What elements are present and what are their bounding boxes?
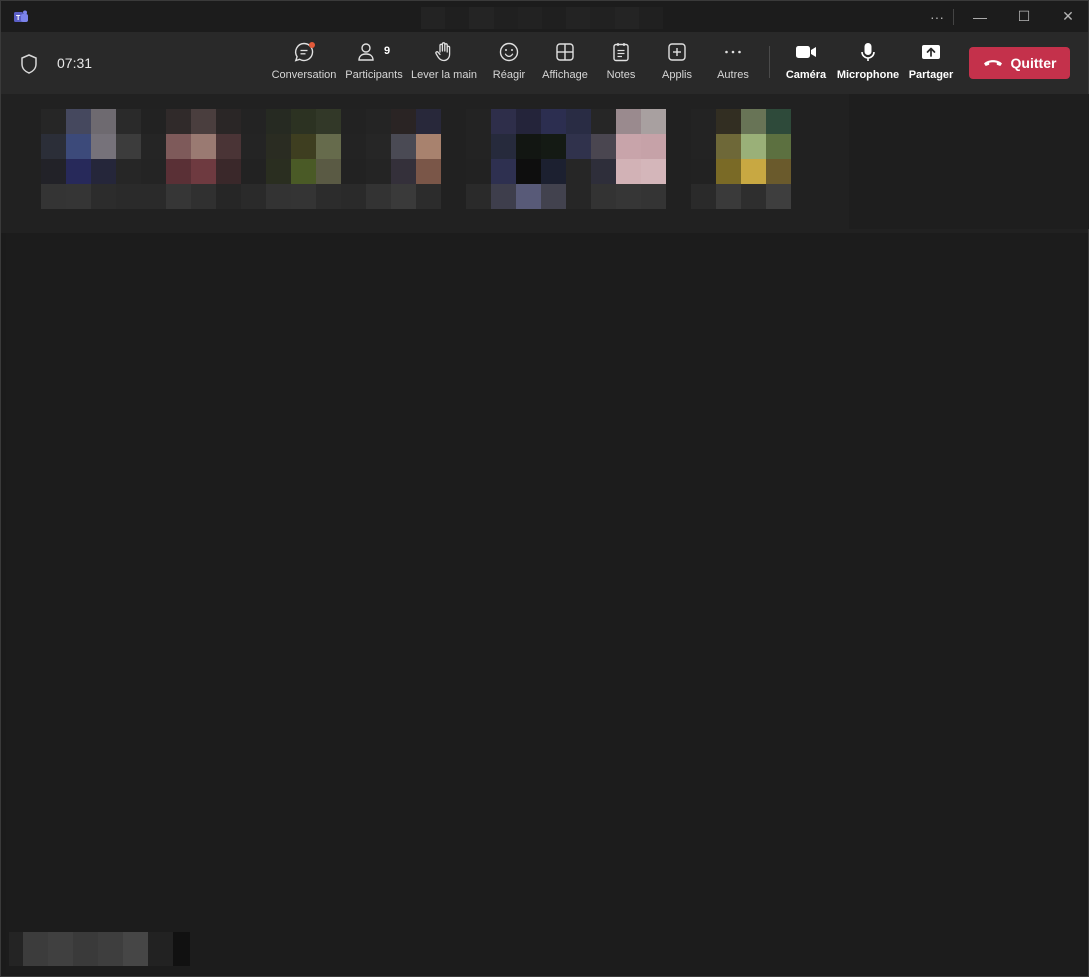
more-icon xyxy=(725,50,741,54)
meeting-timer: 07:31 xyxy=(57,55,93,71)
camera-icon xyxy=(796,46,816,58)
microphone-button[interactable]: Microphone xyxy=(837,40,899,88)
participants-button[interactable]: 9 Participants xyxy=(345,40,403,88)
emoji-icon xyxy=(499,42,519,62)
react-button[interactable]: Réagir xyxy=(489,40,529,88)
apps-button[interactable]: Applis xyxy=(657,40,697,88)
microphone-label: Microphone xyxy=(836,69,900,81)
view-label: Affichage xyxy=(542,69,588,81)
meeting-toolbar: 07:31 Conversation 9 Participants Lever … xyxy=(1,32,1088,94)
toolbar-divider xyxy=(769,46,770,78)
microphone-icon xyxy=(861,43,875,61)
participant-count: 9 xyxy=(384,45,391,57)
notes-button[interactable]: Notes xyxy=(601,40,641,88)
participant-video-tile[interactable] xyxy=(241,109,341,209)
chat-label: Conversation xyxy=(271,69,337,81)
leave-label: Quitter xyxy=(1010,55,1057,71)
grid-icon xyxy=(556,43,574,61)
teams-app-icon: T xyxy=(14,10,28,22)
leave-button[interactable]: Quitter xyxy=(969,47,1070,79)
video-tile-placeholder xyxy=(849,94,1089,229)
participant-video-tile[interactable] xyxy=(141,109,241,209)
people-icon xyxy=(358,43,374,61)
participants-label: Participants xyxy=(345,69,403,81)
participant-video-tile[interactable] xyxy=(41,109,141,209)
self-video-preview[interactable] xyxy=(9,932,190,966)
main-stage xyxy=(6,233,1085,973)
close-window-button[interactable]: ✕ xyxy=(1046,1,1089,32)
chat-notification-dot xyxy=(309,42,315,48)
camera-button[interactable]: Caméra xyxy=(784,40,828,88)
participant-video-tile[interactable] xyxy=(566,109,666,209)
teams-meeting-window: T ··· — ☐ ✕ 07:31 Conversation 9 Partici… xyxy=(0,0,1089,977)
chat-button[interactable]: Conversation xyxy=(272,40,336,88)
window-title-redacted xyxy=(421,7,664,29)
minimize-button[interactable]: — xyxy=(958,1,1002,32)
apps-label: Applis xyxy=(662,69,692,81)
camera-label: Caméra xyxy=(785,69,827,81)
participant-video-tile[interactable] xyxy=(341,109,441,209)
react-label: Réagir xyxy=(492,69,526,81)
title-divider xyxy=(953,9,954,25)
shield-icon[interactable] xyxy=(20,54,38,74)
raise-hand-label: Lever la main xyxy=(410,69,478,81)
phone-hangup-icon xyxy=(983,60,1002,66)
view-button[interactable]: Affichage xyxy=(540,40,590,88)
plus-icon xyxy=(668,43,686,61)
participant-video-strip xyxy=(1,94,1089,233)
hand-icon xyxy=(435,42,451,62)
share-button[interactable]: Partager xyxy=(909,40,953,88)
notes-icon xyxy=(613,43,629,62)
notes-label: Notes xyxy=(606,69,636,81)
more-label: Autres xyxy=(717,69,749,81)
share-label: Partager xyxy=(908,69,954,81)
raise-hand-button[interactable]: Lever la main xyxy=(411,40,477,88)
participant-video-tile[interactable] xyxy=(691,109,791,209)
maximize-button[interactable]: ☐ xyxy=(1002,1,1046,32)
svg-text:T: T xyxy=(16,15,21,22)
title-bar: T ··· — ☐ ✕ xyxy=(1,1,1088,32)
share-icon xyxy=(922,45,940,59)
participant-video-tile[interactable] xyxy=(466,109,566,209)
more-button[interactable]: Autres xyxy=(713,40,753,88)
